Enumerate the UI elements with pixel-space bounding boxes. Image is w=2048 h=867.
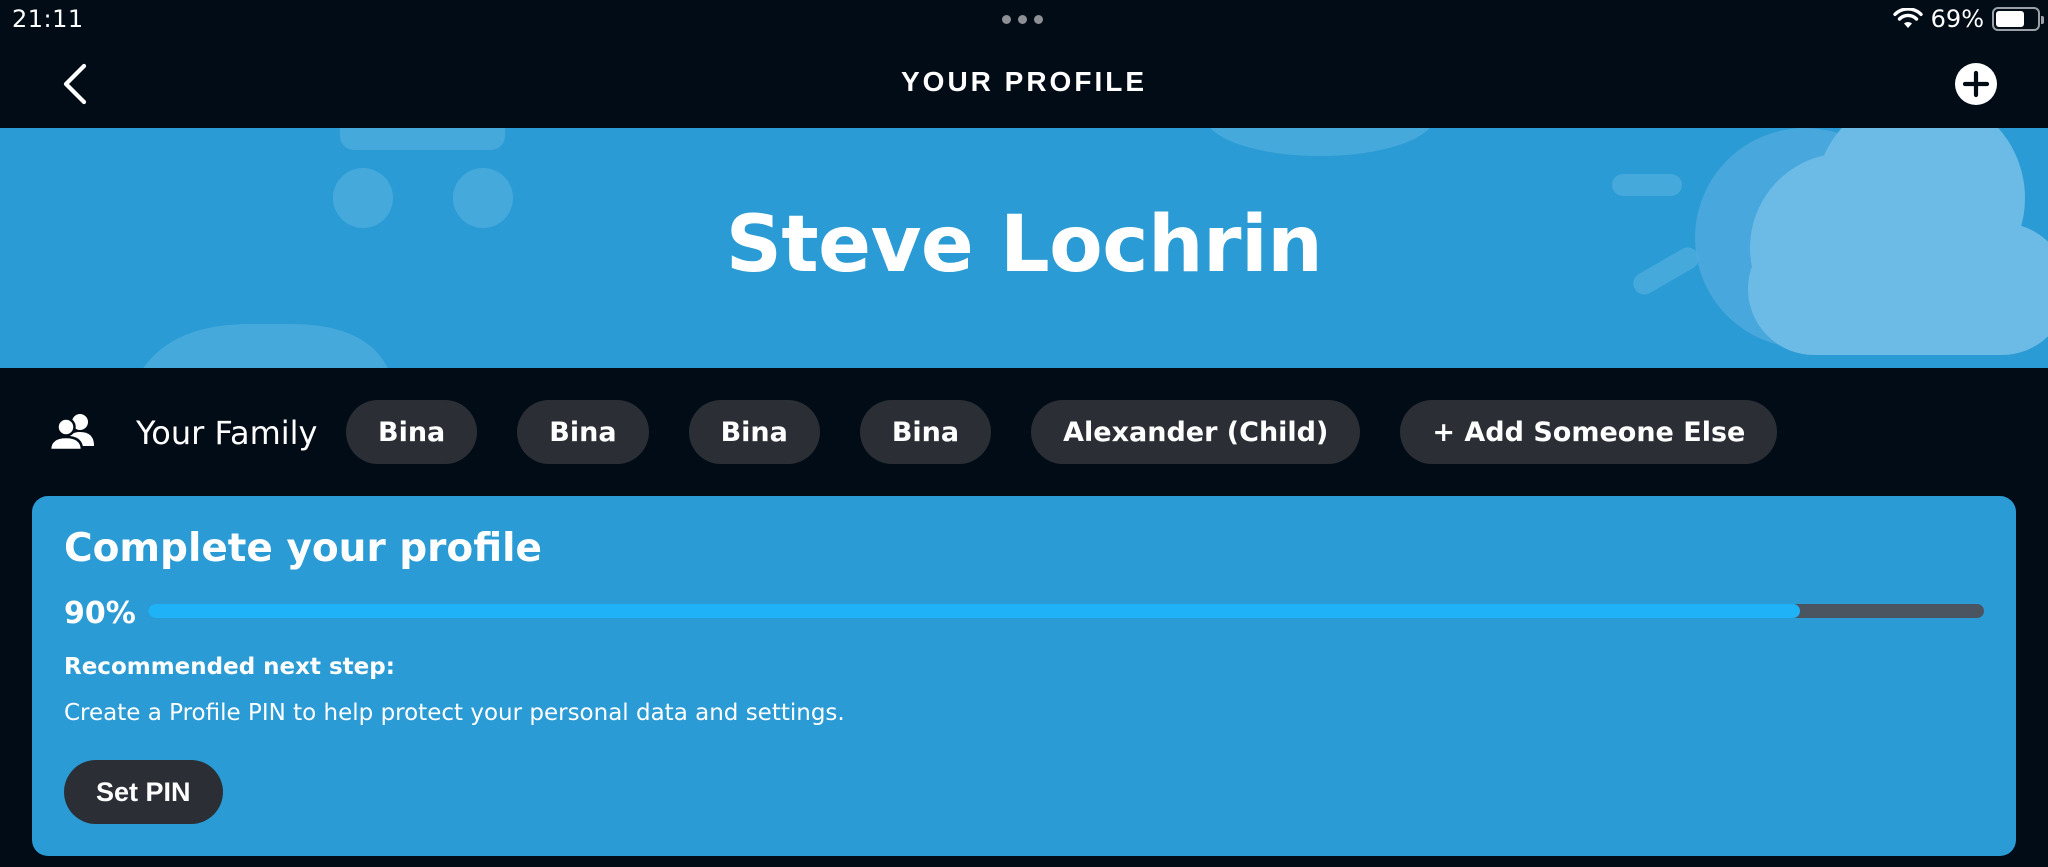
profile-progress-fill (148, 604, 1801, 618)
multitasking-dots-icon[interactable] (1002, 15, 1043, 24)
family-member-chip[interactable]: Bina (859, 400, 992, 464)
add-someone-else-button[interactable]: + Add Someone Else (1400, 400, 1778, 464)
card-title: Complete your profile (64, 526, 542, 571)
add-profile-button[interactable] (1954, 62, 1998, 106)
battery-icon (1992, 7, 2044, 31)
page-title: YOUR PROFILE (900, 66, 1147, 97)
profile-progress-bar (148, 604, 1984, 618)
family-member-chip[interactable]: Bina (346, 400, 478, 464)
family-member-list: Bina Bina Bina Bina Alexander (Child) + … (346, 400, 1778, 464)
battery-level (1996, 11, 2024, 27)
next-step-heading: Recommended next step: (64, 654, 395, 680)
complete-profile-card: Complete your profile 90% Recommended ne… (32, 496, 2016, 856)
wifi-icon (1892, 8, 1923, 28)
family-member-chip-child[interactable]: Alexander (Child) (1031, 400, 1361, 464)
progress-percent: 90% (64, 596, 136, 631)
nav-bar: YOUR PROFILE (0, 40, 2048, 128)
status-bar: 21:11 69% (0, 0, 2048, 40)
plus-circle-icon (1955, 63, 1997, 105)
set-pin-button[interactable]: Set PIN (64, 760, 223, 824)
family-label: Your Family (136, 414, 318, 452)
profile-hero-banner: Steve Lochrin (0, 128, 2048, 368)
battery-percent: 69% (1930, 5, 1984, 33)
profile-name: Steve Lochrin (725, 200, 1323, 290)
family-member-chip[interactable]: Bina (517, 400, 649, 464)
people-icon (48, 414, 94, 452)
status-time: 21:11 (12, 5, 84, 33)
family-member-chip[interactable]: Bina (688, 400, 820, 464)
family-row: Your Family Bina Bina Bina Bina Alexande… (0, 368, 2048, 496)
status-right: 69% (1892, 5, 2044, 33)
next-step-description: Create a Profile PIN to help protect you… (64, 700, 845, 726)
